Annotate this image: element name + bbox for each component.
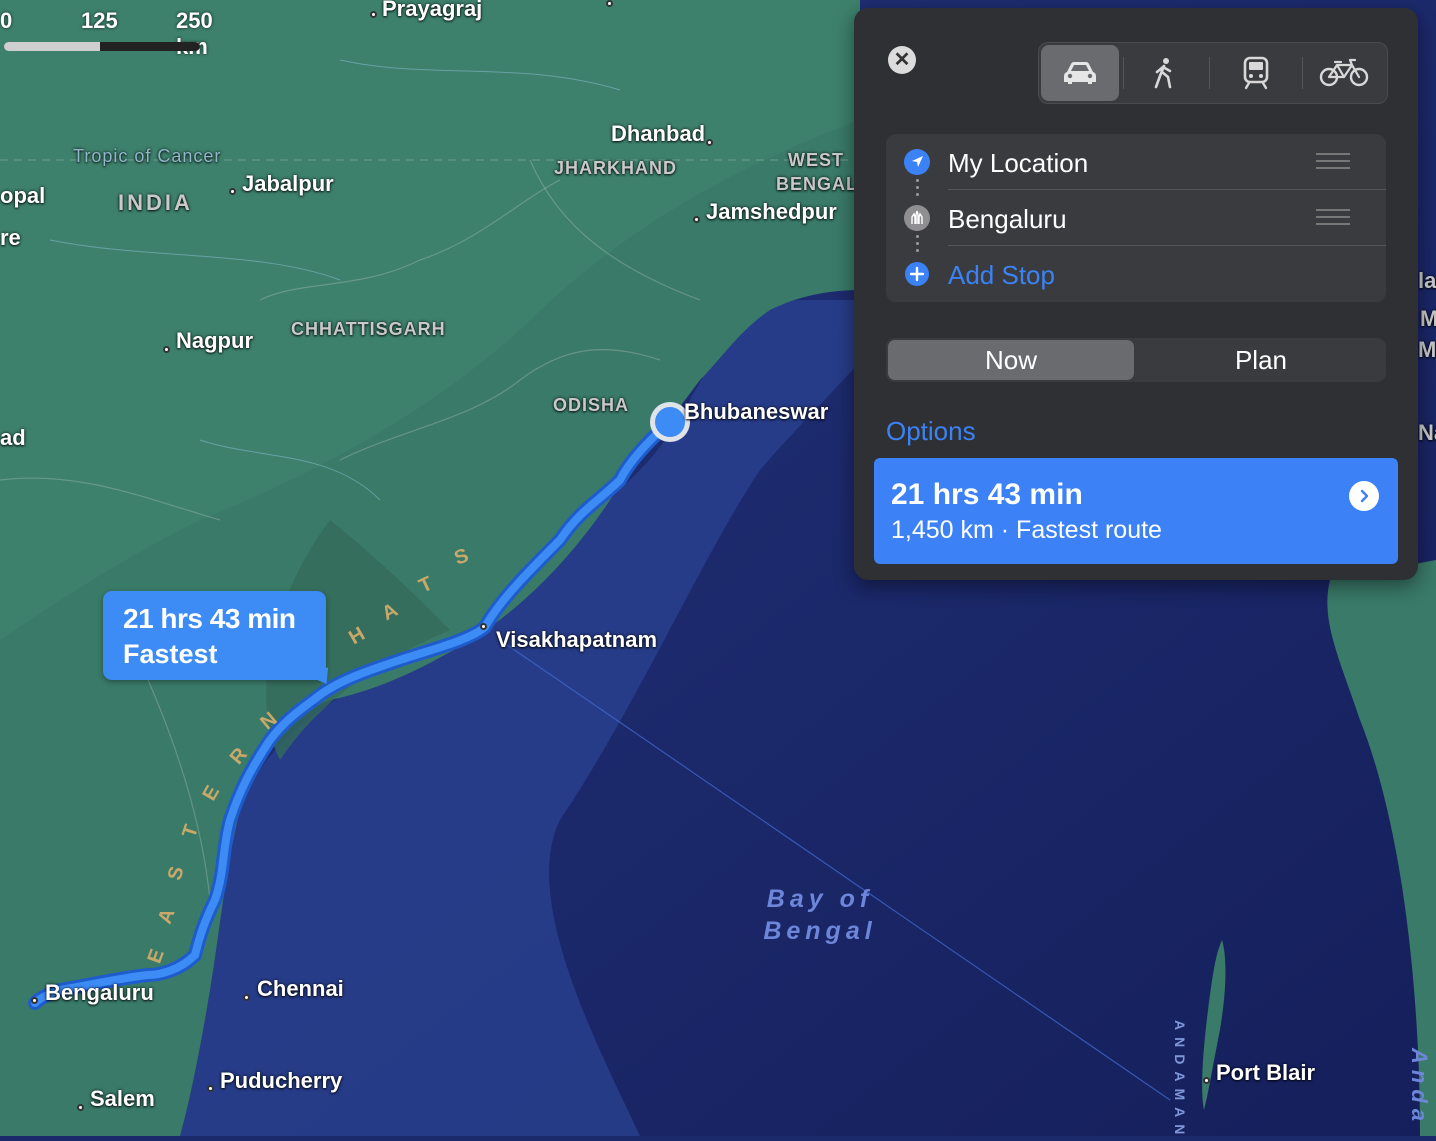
route-callout[interactable]: 21 hrs 43 min Fastest — [103, 591, 336, 690]
bicycle-icon — [1319, 58, 1369, 87]
car-icon — [1064, 62, 1096, 84]
state-label-odisha: ODISHA — [553, 395, 630, 415]
scale-end: 250 km — [176, 8, 213, 59]
andaman-sea-label: Anda — [1407, 1048, 1432, 1127]
scale-zero: 0 — [0, 8, 13, 33]
edge-label-left-1: opal — [0, 183, 46, 208]
waypoint-destination[interactable]: Bengaluru — [886, 190, 1386, 245]
chevron-right-icon[interactable] — [1349, 481, 1379, 511]
train-icon — [1243, 56, 1269, 90]
city-label-chennai[interactable]: Chennai — [257, 976, 344, 1002]
edge-label-left-2: re — [0, 225, 21, 250]
reorder-handle-icon[interactable] — [1316, 209, 1350, 225]
state-label-jharkhand: JHARKHAND — [554, 158, 678, 178]
route-option-card[interactable]: 21 hrs 43 min 1,450 km · Fastest route — [874, 458, 1398, 564]
city-label-nagpur[interactable]: Nagpur — [176, 328, 253, 354]
state-label-west: WEST — [788, 150, 844, 170]
plus-icon — [905, 262, 929, 286]
city-label-dhanbad[interactable]: Dhanbad — [611, 121, 705, 147]
state-label-bengal: BENGAL — [776, 174, 858, 194]
city-label-bhubaneswar[interactable]: Bhubaneswar — [684, 399, 828, 425]
walk-icon — [1154, 58, 1172, 89]
country-label: INDIA — [118, 190, 193, 215]
edge-label-left-3: ad — [0, 425, 26, 450]
mode-transit-button[interactable] — [1217, 45, 1295, 101]
city-label-visakhapatnam[interactable]: Visakhapatnam — [496, 627, 657, 653]
city-label-bengaluru[interactable]: Bengaluru — [45, 980, 154, 1006]
city-label-jamshedpur[interactable]: Jamshedpur — [706, 199, 837, 225]
edge-label-right-2: M — [1420, 306, 1436, 331]
mode-walk-button[interactable] — [1125, 45, 1203, 101]
waypoint-origin[interactable]: My Location — [886, 134, 1386, 189]
landmark-icon — [904, 205, 930, 231]
mode-cycle-button[interactable] — [1305, 45, 1383, 101]
scale-mid: 125 — [81, 8, 118, 33]
options-heading[interactable]: Options — [886, 416, 976, 447]
location-arrow-icon — [904, 149, 930, 175]
city-label-prayagraj[interactable]: Prayagraj — [382, 0, 482, 22]
sea-label: Bay of Bengal — [763, 885, 877, 945]
add-stop-label: Add Stop — [948, 260, 1055, 290]
city-label-salem[interactable]: Salem — [90, 1086, 155, 1112]
mode-drive-button[interactable] — [1041, 45, 1119, 101]
transport-mode-selector — [1038, 42, 1388, 104]
callout-duration: 21 hrs 43 min — [123, 603, 296, 634]
route-details: 1,450 km · Fastest route — [891, 516, 1162, 544]
edge-label-right-4: Na — [1418, 420, 1436, 445]
reorder-handle-icon[interactable] — [1316, 153, 1350, 169]
callout-label: Fastest — [123, 639, 218, 669]
time-option-now[interactable]: Now — [888, 340, 1134, 380]
city-label-puducherry[interactable]: Puducherry — [220, 1068, 342, 1094]
edge-label-right-3: M — [1418, 337, 1436, 362]
state-label-chhattisgarh: CHHATTISGARH — [291, 319, 446, 339]
directions-panel: ✕ My Location Bengaluru Add Stop Now Pla… — [854, 8, 1418, 580]
time-option-plan[interactable]: Plan — [1138, 340, 1384, 380]
city-label-jabalpur[interactable]: Jabalpur — [242, 171, 334, 197]
close-icon[interactable]: ✕ — [888, 46, 916, 74]
route-waypoints: My Location Bengaluru Add Stop — [886, 134, 1386, 302]
route-duration: 21 hrs 43 min — [891, 478, 1083, 511]
destination-label: Bengaluru — [948, 204, 1067, 234]
tropic-label: Tropic of Cancer — [73, 146, 222, 166]
origin-label: My Location — [948, 148, 1089, 178]
andaman-label: ANDAMAN — [1172, 1020, 1188, 1141]
departure-time-selector: Now Plan — [886, 338, 1386, 382]
add-stop-button[interactable]: Add Stop — [886, 246, 1386, 301]
edge-label-right-1: la — [1418, 268, 1436, 293]
city-label-port-blair[interactable]: Port Blair — [1216, 1060, 1315, 1086]
